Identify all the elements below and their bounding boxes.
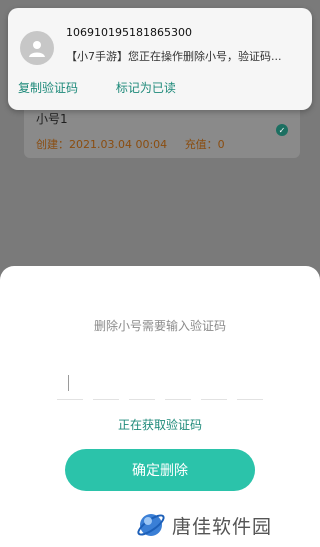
notification-body: 【小7手游】您正在操作删除小号，验证码...	[66, 50, 282, 63]
verification-code-input[interactable]	[57, 371, 263, 400]
copy-code-button[interactable]: 复制验证码	[18, 81, 78, 95]
sms-notification[interactable]: 106910195181865300 【小7手游】您正在操作删除小号，验证码..…	[8, 8, 312, 110]
mark-read-button[interactable]: 标记为已读	[116, 81, 176, 95]
code-cell[interactable]	[57, 371, 83, 400]
sub-account-name: 小号1	[36, 112, 68, 126]
notification-actions: 复制验证码 标记为已读	[18, 79, 210, 96]
sheet-title: 删除小号需要输入验证码	[93, 319, 226, 333]
code-status-text: 正在获取验证码	[117, 418, 202, 432]
notification-sender: 106910195181865300	[66, 26, 192, 39]
confirm-delete-button[interactable]: 确定删除	[65, 449, 255, 491]
created-date: 创建：2021.03.04 00:04	[36, 138, 168, 151]
text-cursor	[68, 375, 69, 391]
code-cell[interactable]	[237, 371, 263, 400]
code-cell[interactable]	[165, 371, 191, 400]
code-cell[interactable]	[201, 371, 227, 400]
code-cell[interactable]	[93, 371, 119, 400]
sub-account-meta: 创建：2021.03.04 00:04 充值：0	[36, 136, 239, 152]
code-cell[interactable]	[129, 371, 155, 400]
watermark-logo-icon	[137, 514, 165, 536]
recharge-amount: 充值：0	[184, 138, 225, 151]
watermark-text: 唐佳软件园	[172, 515, 273, 538]
contact-avatar-icon	[20, 31, 54, 65]
watermark: 唐佳软件园	[136, 506, 320, 544]
delete-confirm-sheet: 删除小号需要输入验证码 正在获取验证码 确定删除 唐佳软件园	[0, 266, 320, 547]
selected-check-icon[interactable]: ✓	[276, 124, 288, 136]
